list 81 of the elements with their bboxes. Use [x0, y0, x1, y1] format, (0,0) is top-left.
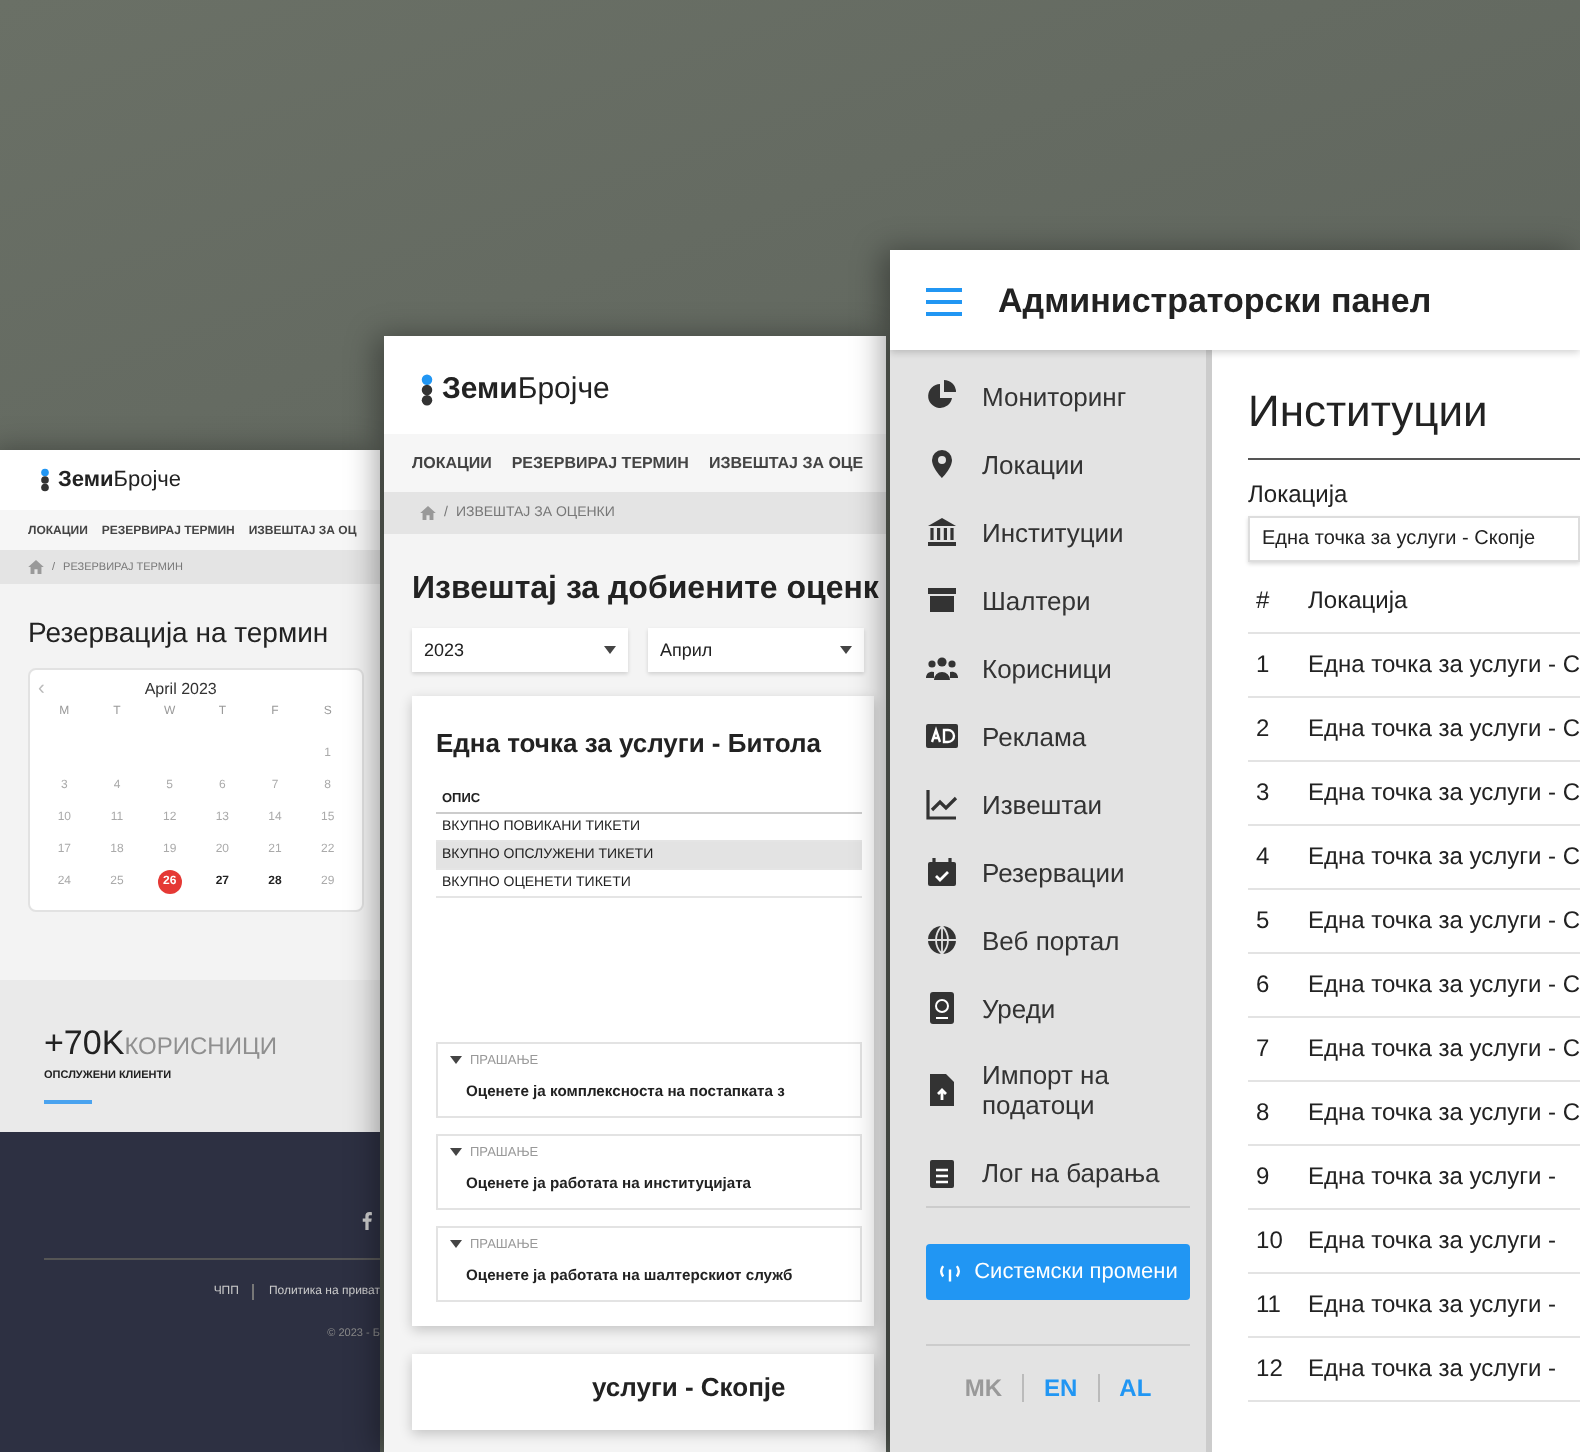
table-cell: Една точка за услуги - С	[1308, 842, 1580, 870]
sidebar-item[interactable]: Реклама	[926, 702, 1191, 770]
table-cell: 12	[1256, 1354, 1285, 1382]
filter-select[interactable]: Април	[648, 627, 864, 672]
nav-link[interactable]: РЕЗЕРВИРАЈ ТЕРМИН	[511, 454, 689, 472]
location-select[interactable]: Една точка за услуги - Скопје	[1248, 516, 1580, 562]
facebook-icon[interactable]	[362, 1212, 372, 1230]
column-header: #	[1256, 586, 1272, 614]
table-cell: Една точка за услуги - С	[1308, 970, 1580, 998]
location-pin-icon	[926, 448, 958, 480]
table-cell-text: 11	[1256, 1290, 1283, 1318]
archive-box-icon	[926, 584, 958, 616]
sidebar-item[interactable]: Корисници	[926, 634, 1191, 702]
sidebar-item[interactable]: Локации	[926, 430, 1191, 498]
nav-link[interactable]: ЛОКАЦИИ	[412, 454, 492, 472]
table-cell-text: 1	[1256, 650, 1272, 678]
table-cell: Една точка за услуги - С	[1308, 650, 1580, 678]
card-title: Една точка за услуги - Битола	[436, 727, 824, 758]
table-cell: Една точка за услуги - С	[1308, 1098, 1580, 1126]
table-cell: Една точка за услуги -	[1308, 1162, 1556, 1190]
sidebar-item[interactable]: Мониторинг	[926, 362, 1191, 430]
pie-chart-icon	[926, 380, 958, 412]
table-cell-text: 5	[1256, 906, 1272, 934]
sidebar-item[interactable]: Шалтери	[926, 566, 1191, 634]
table-cell-text: 4	[1256, 842, 1272, 870]
table-cell: Една точка за услуги - С	[1308, 1034, 1580, 1062]
section-heading: Институции	[1248, 374, 1580, 460]
table-cell: Една точка за услуги -	[1308, 1290, 1556, 1318]
stat-value: +70K	[44, 1024, 125, 1064]
sidebar-item[interactable]: Извештаи	[926, 770, 1191, 838]
home-icon[interactable]	[420, 506, 436, 520]
page-title: Резервација на термин	[28, 616, 331, 648]
table-cell: Една точка за услуги - С	[1308, 906, 1580, 934]
device-icon	[926, 992, 958, 1024]
table-cell: 10	[1256, 1226, 1285, 1254]
table-cell-text: 6	[1256, 970, 1272, 998]
filter-select[interactable]: 2023	[412, 627, 628, 672]
sidebar-item[interactable]: Уреди	[926, 974, 1191, 1042]
sidebar-item[interactable]: Резервации	[926, 838, 1191, 906]
table-cell: Една точка за услуги -	[1308, 1354, 1556, 1382]
caret-icon	[450, 1240, 462, 1249]
caret-icon	[450, 1056, 462, 1065]
panel-title: Администраторски панел	[998, 282, 1432, 322]
page-title: Извештај за добиените оценк	[412, 572, 879, 606]
table-cell-text: 7	[1256, 1034, 1272, 1062]
card-title: услуги - Скопје	[592, 1371, 786, 1402]
accent-line	[44, 1100, 92, 1104]
users-icon	[926, 652, 958, 684]
table-cell-text: 9	[1256, 1162, 1272, 1190]
field-label: Локација	[1248, 480, 1350, 508]
logo-icon	[420, 373, 434, 405]
table-cell: Една точка за услуги - С	[1308, 714, 1580, 742]
stat-unit: КОРИСНИЦИ	[124, 1032, 277, 1060]
globe-icon	[926, 924, 958, 956]
menu-icon[interactable]	[926, 288, 962, 316]
caret-icon	[840, 645, 852, 654]
bank-icon	[926, 516, 958, 548]
table-cell-text: 3	[1256, 778, 1272, 806]
logo-text: ЗемиБројче	[442, 372, 610, 406]
month-label: April 2023	[144, 680, 217, 698]
calendar-check-icon	[926, 856, 958, 888]
logo-icon	[40, 468, 50, 492]
caret-icon	[450, 1148, 462, 1157]
ad-icon	[926, 720, 958, 752]
antenna-icon	[938, 1263, 963, 1281]
clipboard-list-icon	[926, 1156, 958, 1188]
table-cell-text: 8	[1256, 1098, 1272, 1126]
table-cell: Една точка за услуги -	[1308, 1226, 1556, 1254]
sidebar-item[interactable]: Импорт на податоци	[926, 1042, 1191, 1138]
home-icon[interactable]	[28, 560, 44, 574]
sidebar-item[interactable]: Веб портал	[926, 906, 1191, 974]
table-cell-text: 2	[1256, 714, 1272, 742]
nav-link[interactable]: ИЗВЕШТАЈ ЗА ОЦЕ	[708, 454, 864, 472]
line-chart-icon	[926, 788, 958, 820]
column-header: Локација	[1308, 586, 1408, 614]
sidebar-item[interactable]: Лог на барања	[926, 1138, 1191, 1206]
sidebar-item[interactable]: Институции	[926, 498, 1191, 566]
file-upload-icon	[926, 1074, 958, 1106]
table-cell: Една точка за услуги - С	[1308, 778, 1580, 806]
caret-icon	[604, 645, 616, 654]
logo-text: ЗемиБројче	[58, 468, 182, 492]
